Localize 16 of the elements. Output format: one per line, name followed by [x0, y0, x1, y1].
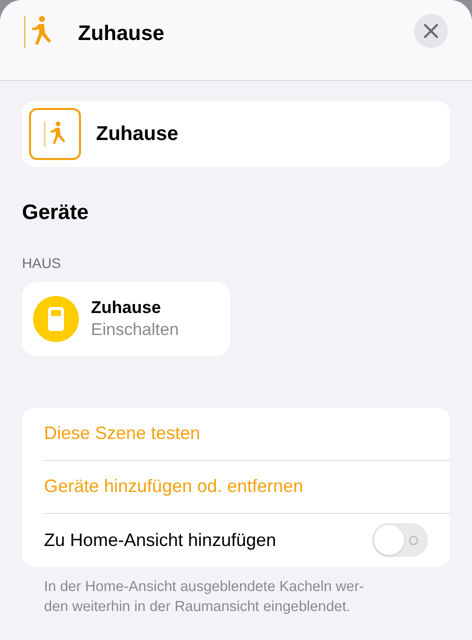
close-icon — [424, 24, 438, 38]
scene-icon-tile[interactable] — [29, 108, 81, 160]
scene-name[interactable]: Zuhause — [96, 119, 178, 149]
toggle-label: Zu Home-Ansicht hinzufügen — [44, 528, 276, 552]
header-title: Zuhause — [78, 21, 164, 47]
device-icon — [33, 296, 79, 342]
toggle-switch[interactable] — [372, 523, 428, 557]
devices-heading: Geräte — [22, 200, 90, 226]
walking-person-icon — [24, 14, 52, 50]
footer-note: In der Home-Ansicht ausgeblendete Kacheln wer- den weiterhin in der Raumansicht eingeblendet. — [43, 578, 365, 616]
device-tile[interactable]: Zuhause Einschalten — [22, 282, 230, 356]
close-button[interactable] — [414, 14, 448, 48]
device-status: Einschalten — [91, 318, 179, 340]
section-label: HAUS — [22, 254, 62, 272]
device-name: Zuhause — [91, 297, 162, 318]
walking-person-icon — [44, 120, 66, 148]
